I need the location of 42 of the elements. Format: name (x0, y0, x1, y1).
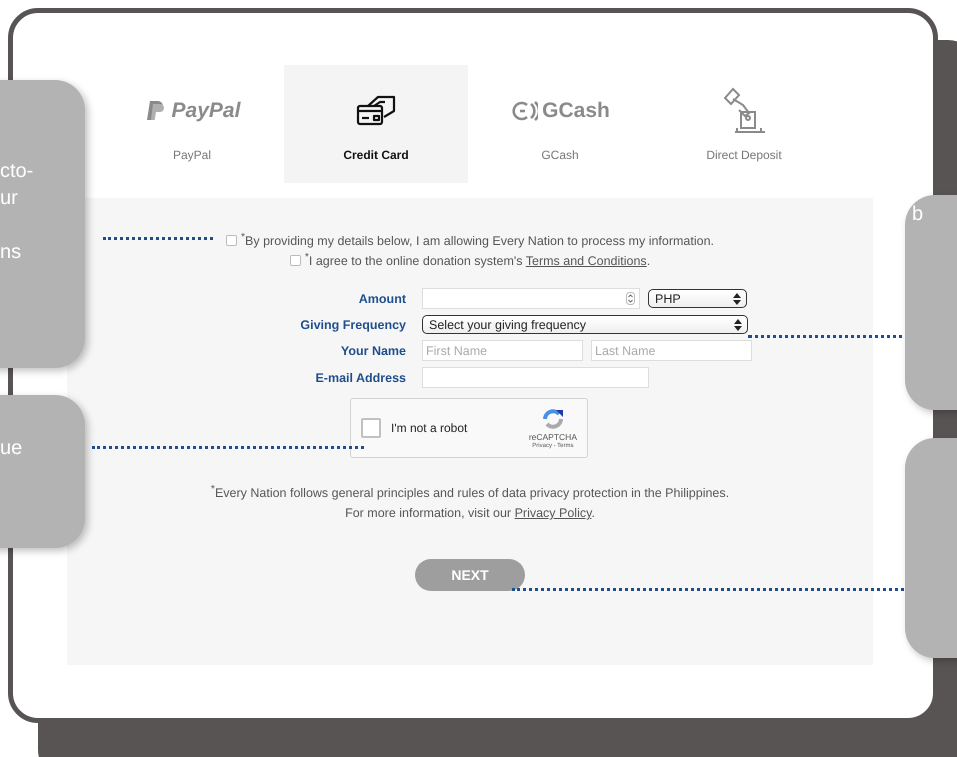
consent-text: $^{*}$I agree to the online donation system's Terms and Conditions. (304, 252, 650, 268)
last-name-field[interactable]: Last Name (591, 340, 752, 361)
amount-field[interactable] (422, 288, 640, 309)
payment-method-tab[interactable]: Credit Card (284, 65, 468, 183)
consent-checkbox[interactable] (226, 234, 237, 246)
payment-method-tab[interactable]: GCash GCash (468, 65, 652, 183)
frequency-select[interactable]: Select your giving frequency (422, 315, 748, 334)
payment-method-tab[interactable]: Direct Deposit (652, 65, 836, 183)
tab-label: PayPal (172, 148, 212, 162)
hand-depositing-cash-icon (721, 86, 767, 136)
captcha-brand: reCAPTCHA (528, 432, 577, 442)
field-label: Giving Frequency (299, 318, 406, 332)
logo-text: GCash (542, 99, 610, 123)
callout-text: ns (0, 240, 22, 265)
gcash-logo-icon (510, 100, 538, 122)
first-name-field[interactable]: First Name (422, 340, 583, 361)
currency-select[interactable]: PHP (648, 289, 747, 308)
recaptcha-icon (540, 407, 565, 431)
terms-link[interactable]: Terms and Conditions (526, 254, 647, 268)
callout-text: cto- (0, 159, 34, 184)
field-label: Amount (358, 292, 406, 306)
tab-label: GCash (541, 148, 579, 162)
payment-method-tab[interactable]: PayPal PayPal (100, 65, 284, 183)
consent-checkbox[interactable] (290, 254, 301, 266)
select-arrows-icon (734, 318, 742, 330)
consent-text: $^{*}$By providing my details below, I am allowing Every Nation to process my information. (240, 232, 714, 248)
captcha-checkbox[interactable] (361, 418, 381, 438)
callout-text: ur (0, 186, 18, 211)
tab-label: Credit Card (343, 148, 409, 162)
field-label: E-mail Address (314, 370, 406, 384)
tab-label: Direct Deposit (706, 148, 782, 162)
stepper-icon (626, 292, 635, 305)
privacy-notice: $^{*}$Every Nation follows general principles and rules of data privacy protection in the Philippines. (210, 483, 730, 502)
logo-text: PayPal (172, 99, 240, 123)
captcha-label: I'm not a robot (391, 421, 468, 435)
credit-card-hand-icon (356, 94, 396, 128)
callout-text: b (912, 202, 924, 227)
select-arrows-icon (733, 292, 741, 304)
email-field[interactable] (422, 367, 649, 388)
privacy-policy-link[interactable]: Privacy Policy (514, 506, 592, 520)
field-label: Your Name (340, 344, 406, 358)
callout-text: ue (0, 436, 22, 461)
